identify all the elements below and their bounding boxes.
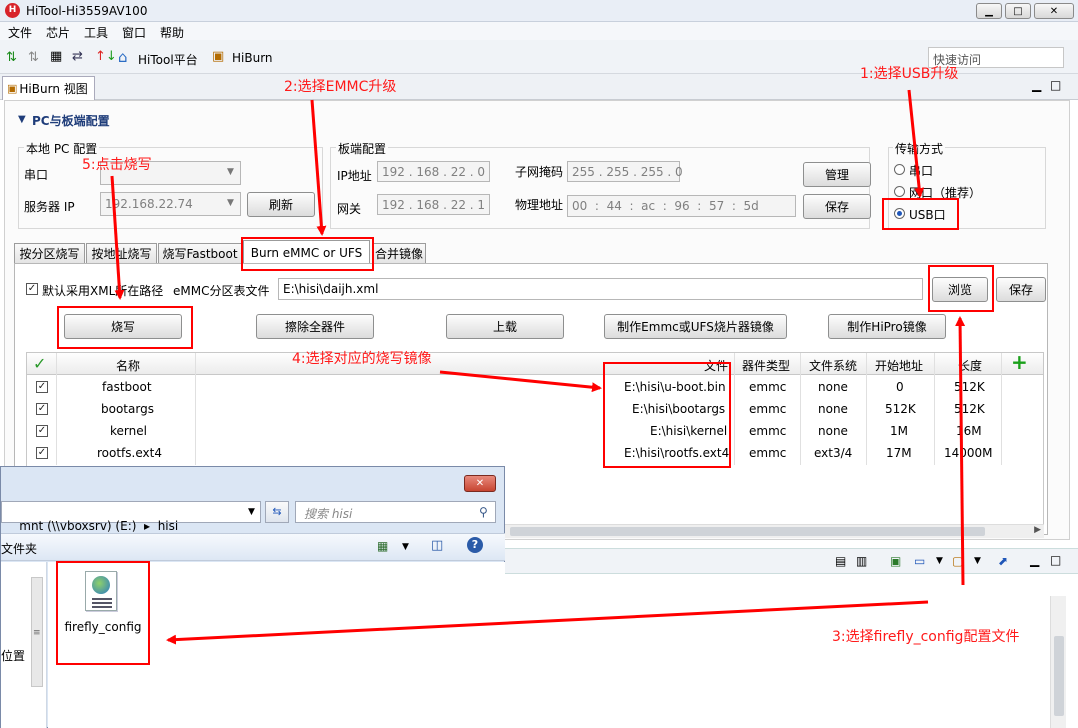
annotation-4: 4:选择对应的烧写镜像 (292, 351, 432, 367)
arrow-images (439, 370, 602, 393)
annotation-2: 2:选择EMMC升级 (284, 79, 397, 95)
arrow-usb (907, 89, 925, 198)
arrow-config (166, 600, 929, 645)
annotation-3: 3:选择firefly_config配置文件 (832, 629, 1020, 645)
annotation-5: 5:点击烧写 (82, 157, 152, 173)
arrow-burn (110, 175, 125, 300)
arrow-browse (955, 316, 966, 586)
annotation-arrows (110, 89, 966, 645)
annotation-1: 1:选择USB升级 (860, 66, 959, 82)
arrow-emmc (310, 99, 327, 236)
